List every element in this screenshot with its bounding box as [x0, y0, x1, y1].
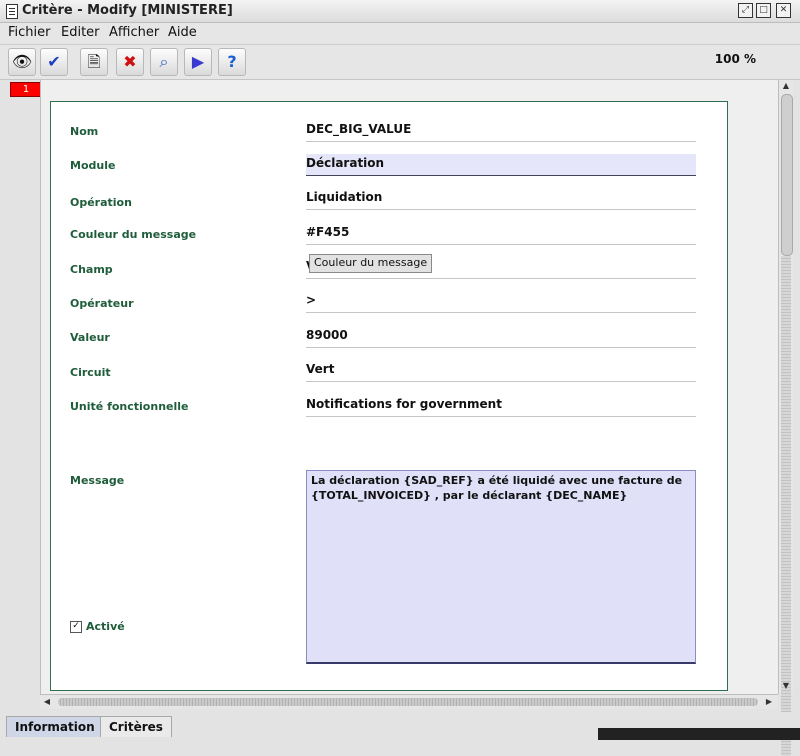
- label-circuit: Circuit: [70, 366, 111, 379]
- operation-field[interactable]: Liquidation: [306, 188, 696, 210]
- help-icon[interactable]: ?: [218, 48, 246, 76]
- label-operation: Opération: [70, 196, 132, 209]
- couleur-field[interactable]: #F455: [306, 223, 696, 245]
- label-module: Module: [70, 159, 116, 172]
- delete-x-icon[interactable]: ✖: [116, 48, 144, 76]
- label-operateur: Opérateur: [70, 297, 134, 310]
- valeur-field[interactable]: 89000: [306, 326, 696, 348]
- unite-field[interactable]: Notifications for government: [306, 395, 696, 417]
- message-textarea[interactable]: La déclaration {SAD_REF} a été liquidé a…: [306, 470, 696, 664]
- vertical-scrollbar[interactable]: ▲ ▼: [778, 80, 793, 756]
- label-message: Message: [70, 474, 125, 487]
- label-couleur: Couleur du message: [70, 228, 197, 241]
- scroll-up-icon[interactable]: ▲: [779, 80, 793, 92]
- label-unite: Unité fonctionnelle: [70, 400, 189, 413]
- active-checkbox[interactable]: ✓: [70, 621, 82, 633]
- status-strip: [598, 728, 800, 740]
- tab-criteres[interactable]: Critères: [100, 716, 172, 737]
- scroll-down-icon[interactable]: ▼: [779, 680, 793, 692]
- operateur-field[interactable]: >: [306, 291, 696, 313]
- search-icon[interactable]: ⌕: [150, 48, 178, 76]
- window-title: Critère - Modify [MINISTERE]: [22, 3, 233, 18]
- view-eye-icon[interactable]: 👁: [8, 48, 36, 76]
- scroll-thumb[interactable]: [781, 94, 793, 256]
- document-icon: [6, 4, 18, 19]
- label-nom: Nom: [70, 125, 99, 138]
- toolbar: 👁 ✔ 🗎 ✖ ⌕ ▶ ? 100 %: [0, 44, 800, 80]
- detach-icon[interactable]: ⤢: [738, 3, 753, 18]
- menu-afficher[interactable]: Afficher: [109, 25, 159, 40]
- scroll-right-icon[interactable]: ▶: [762, 695, 776, 709]
- play-icon[interactable]: ▶: [184, 48, 212, 76]
- tab-information[interactable]: Information: [6, 716, 104, 737]
- menu-editer[interactable]: Editer: [61, 25, 100, 40]
- title-bar: Critère - Modify [MINISTERE] ⤢ □ ✕: [0, 0, 800, 23]
- new-document-icon[interactable]: 🗎: [80, 48, 108, 76]
- zoom-level: 100 %: [714, 52, 756, 66]
- hscroll-track[interactable]: [58, 698, 758, 706]
- horizontal-scrollbar[interactable]: ◀ ▶: [40, 694, 778, 709]
- label-champ: Champ: [70, 263, 113, 276]
- page-tab-1[interactable]: 1: [10, 82, 42, 97]
- menu-bar: Fichier Editer Afficher Aide: [0, 23, 800, 43]
- circuit-field[interactable]: Vert: [306, 360, 696, 382]
- validate-check-icon[interactable]: ✔: [40, 48, 68, 76]
- close-window-icon[interactable]: ✕: [776, 3, 791, 18]
- label-valeur: Valeur: [70, 331, 110, 344]
- active-label: Activé: [86, 620, 125, 633]
- menu-fichier[interactable]: Fichier: [8, 25, 51, 40]
- menu-aide[interactable]: Aide: [168, 25, 197, 40]
- nom-field[interactable]: DEC_BIG_VALUE: [306, 120, 696, 142]
- maximize-icon[interactable]: □: [756, 3, 771, 18]
- module-field[interactable]: Déclaration: [306, 154, 696, 176]
- tooltip: Couleur du message: [309, 254, 433, 273]
- scroll-left-icon[interactable]: ◀: [40, 695, 54, 709]
